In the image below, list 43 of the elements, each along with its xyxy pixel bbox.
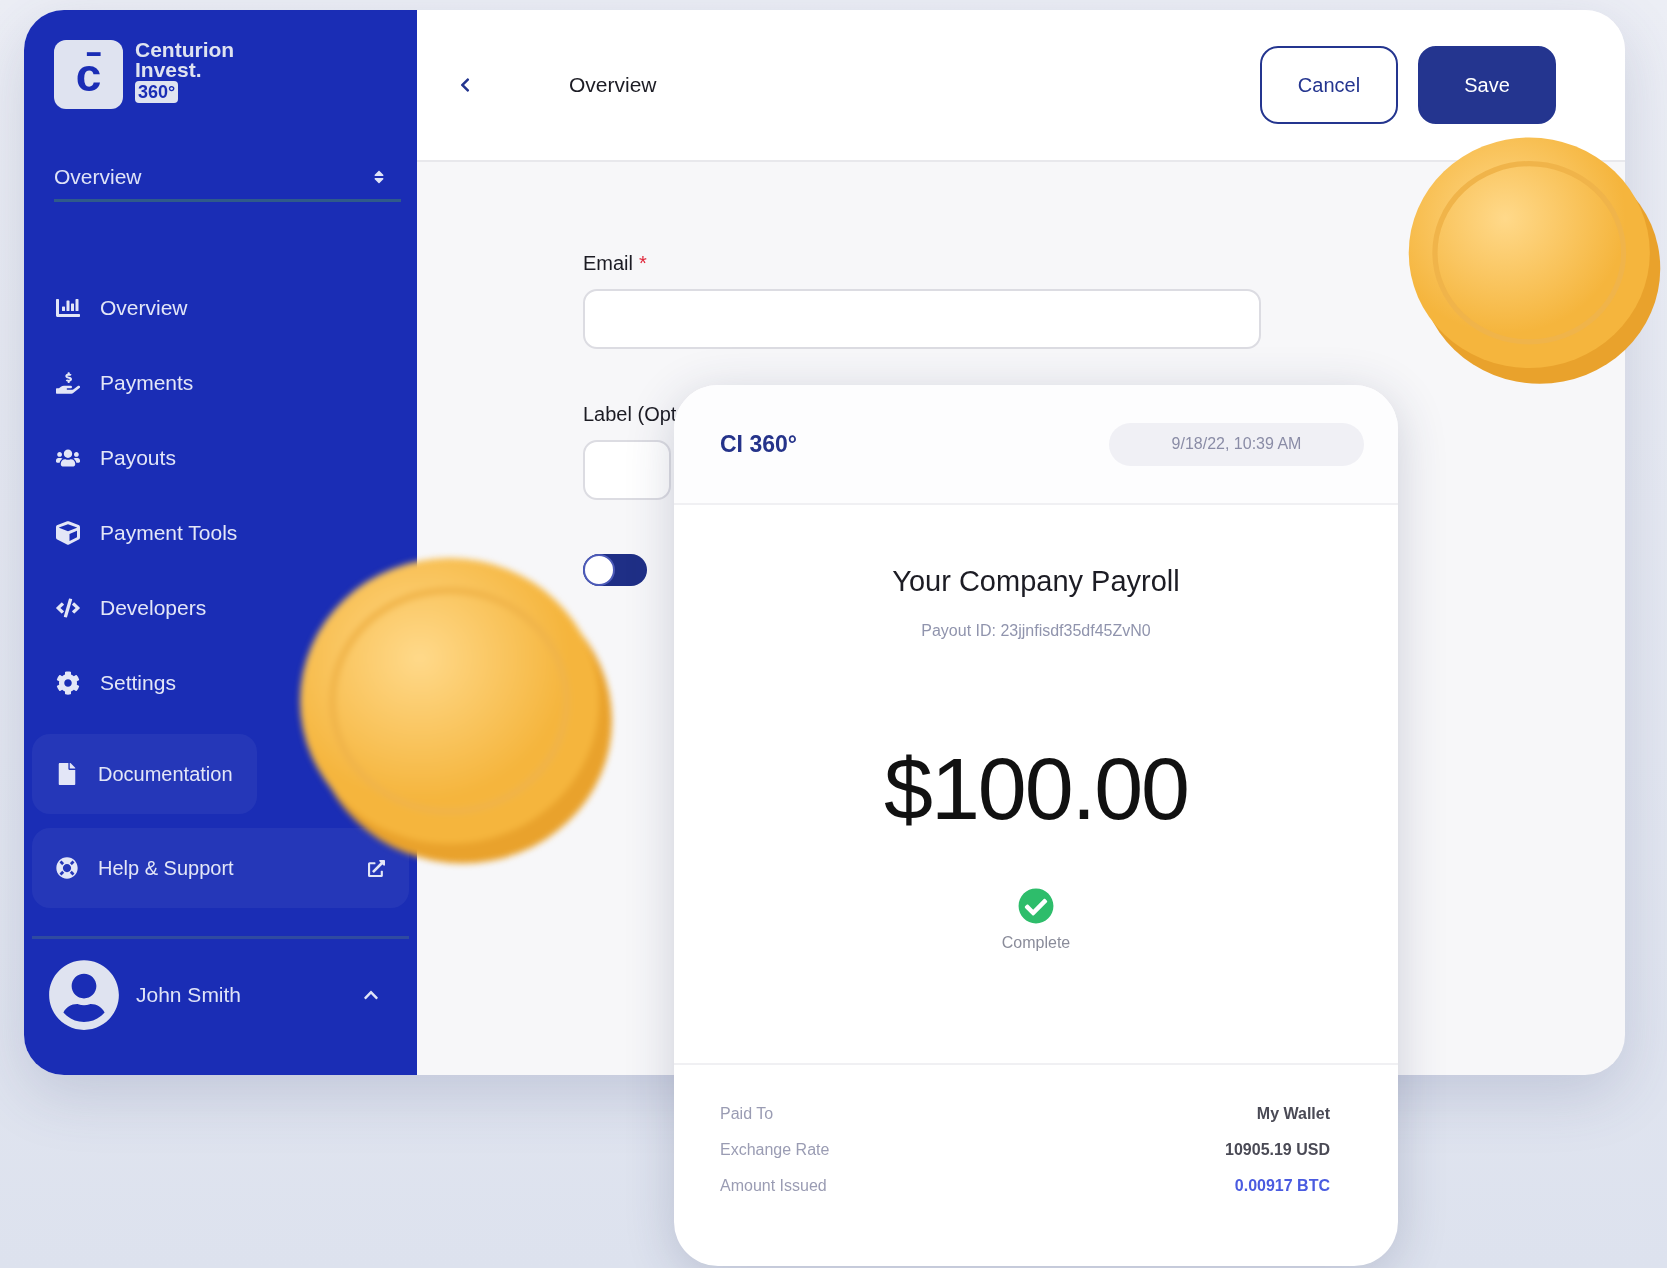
nav-item[interactable]: Payment Tools: [32, 495, 246, 570]
field-label: Label (Opt: [583, 403, 678, 426]
sidebar-link[interactable]: Documentation: [32, 734, 257, 814]
field-label: Email *: [583, 252, 648, 275]
page-title: Overview: [569, 73, 658, 97]
user-menu[interactable]: John Smith: [32, 939, 409, 1031]
status-text: Complete: [1001, 934, 1071, 952]
detail-value: My Wallet: [1256, 1105, 1330, 1123]
nav-item[interactable]: Payments: [32, 345, 202, 420]
sidebar-link[interactable]: Help & Support: [32, 828, 409, 908]
email-field[interactable]: [583, 289, 1261, 349]
avatar-icon: [48, 959, 120, 1031]
payout-id: Payout ID: 23jjnfisdf35df45ZvN0: [921, 622, 1151, 640]
nav-item[interactable]: Payouts: [32, 420, 184, 495]
code-icon: [56, 595, 80, 620]
cancel-button[interactable]: Cancel: [1260, 46, 1398, 124]
brand-name: Centurion: [135, 40, 235, 60]
label-field[interactable]: [583, 440, 671, 500]
detail-label: Exchange Rate: [720, 1141, 830, 1159]
hand-coin-icon: [56, 370, 80, 395]
nav-item[interactable]: Overview: [32, 270, 196, 345]
cube-icon: [56, 520, 80, 545]
document-icon: [56, 763, 78, 785]
nav-item[interactable]: Settings: [32, 645, 184, 720]
brand-badge: 360°: [135, 81, 179, 103]
detail-label: Amount Issued: [720, 1177, 827, 1195]
logo-mark: c̄: [54, 40, 123, 109]
nav-item[interactable]: Developers: [32, 570, 215, 645]
amount: $100.00: [883, 738, 1189, 840]
gear-icon: [56, 670, 80, 695]
external-link-icon: [368, 859, 385, 877]
receipt-brand: CI 360°: [720, 430, 797, 458]
section-select[interactable]: Overview: [54, 165, 401, 202]
save-button[interactable]: Save: [1418, 46, 1556, 124]
receipt-title: Your Company Payroll: [892, 565, 1180, 598]
detail-value: 10905.19 USD: [1225, 1141, 1330, 1159]
detail-value: 0.00917 BTC: [1234, 1177, 1330, 1195]
brand-name: Invest.: [135, 60, 203, 80]
check-icon: [1018, 888, 1054, 924]
date-pill: 9/18/22, 10:39 AM: [1109, 422, 1364, 466]
detail-label: Paid To: [720, 1105, 774, 1123]
lifebuoy-icon: [56, 857, 78, 879]
toggle-switch[interactable]: [583, 554, 647, 586]
